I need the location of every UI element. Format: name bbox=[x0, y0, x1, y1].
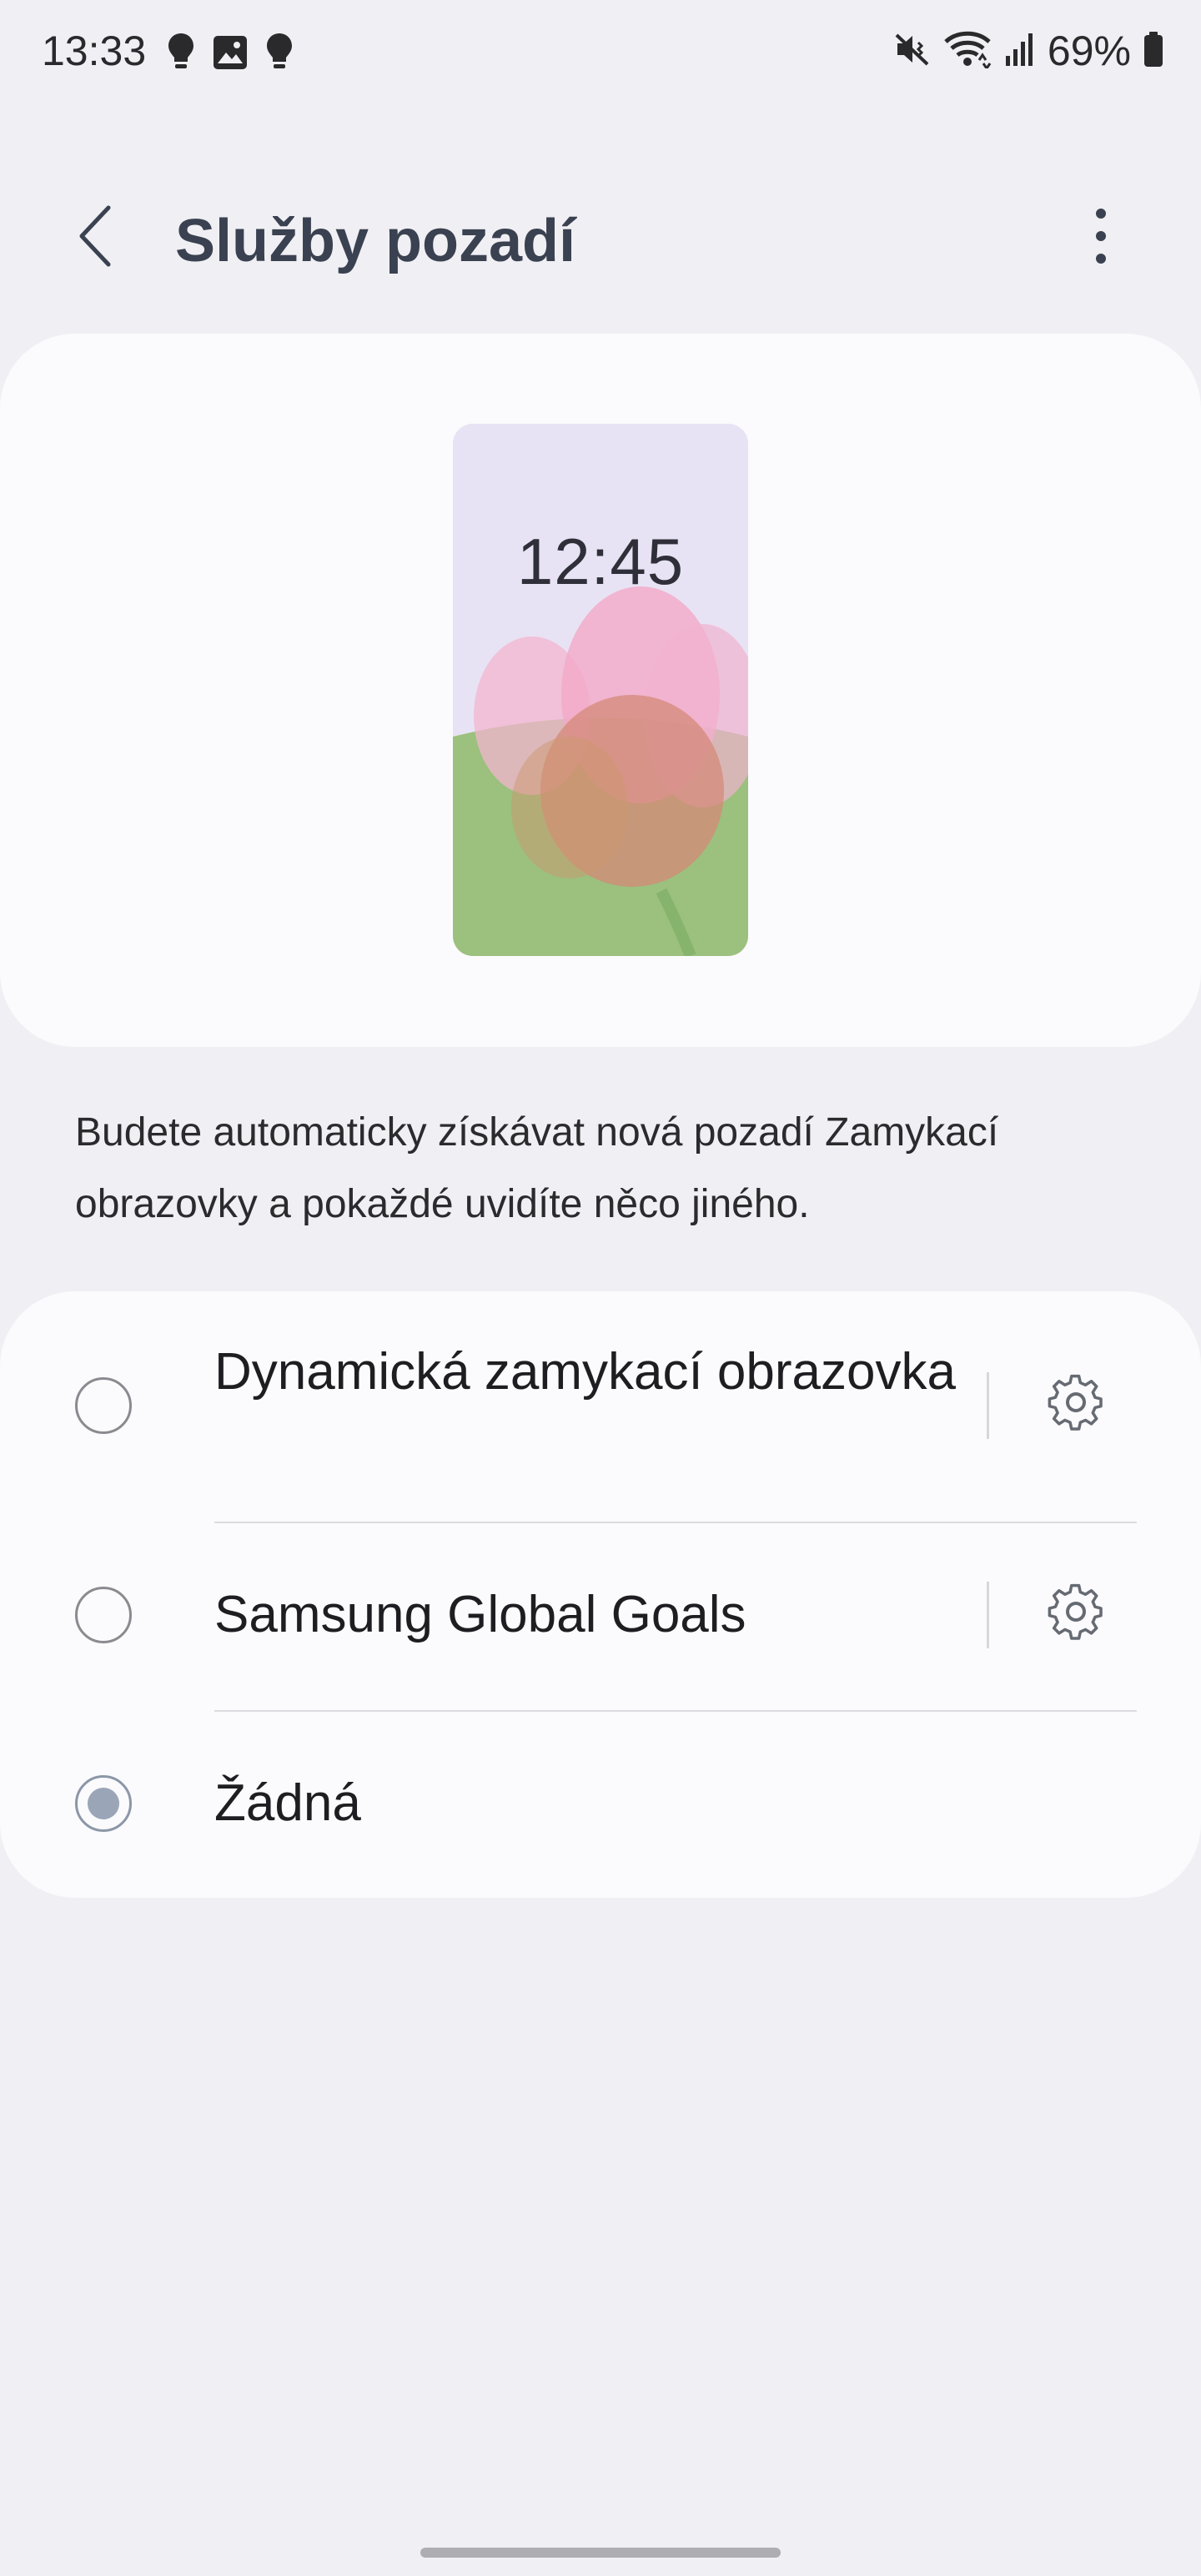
settings-button[interactable] bbox=[1044, 1583, 1108, 1647]
preview-card: 12:45 bbox=[0, 334, 1201, 1047]
mute-vibrate-icon bbox=[894, 31, 931, 72]
bulb-icon bbox=[265, 32, 294, 78]
status-time: 13:33 bbox=[42, 28, 147, 74]
wallpaper-art bbox=[453, 424, 748, 956]
settings-button[interactable] bbox=[1044, 1374, 1108, 1437]
option-none[interactable]: Žádná bbox=[0, 1712, 1201, 1898]
more-options-button[interactable] bbox=[1068, 200, 1134, 275]
battery-percent: 69% bbox=[1047, 28, 1131, 74]
divider bbox=[987, 1372, 989, 1439]
radio-button[interactable] bbox=[75, 1587, 132, 1643]
status-bar: 13:33 69% bbox=[0, 0, 1201, 108]
option-dynamic-lock-screen[interactable]: Dynamická zamykací obrazovka bbox=[0, 1291, 1201, 1521]
bulb-icon bbox=[167, 32, 195, 78]
signal-icon bbox=[1004, 31, 1036, 72]
option-samsung-global-goals[interactable]: Samsung Global Goals bbox=[0, 1523, 1201, 1711]
divider bbox=[987, 1582, 989, 1648]
more-vertical-icon bbox=[1093, 207, 1109, 269]
gear-icon bbox=[1046, 1374, 1106, 1438]
notification-icons bbox=[167, 32, 294, 78]
lock-screen-preview: 12:45 bbox=[453, 424, 748, 956]
gear-icon bbox=[1046, 1583, 1106, 1648]
option-label: Dynamická zamykací obrazovka bbox=[214, 1343, 956, 1401]
chevron-left-icon bbox=[75, 203, 117, 274]
radio-button-selected[interactable] bbox=[75, 1775, 132, 1832]
battery-icon bbox=[1143, 30, 1164, 73]
app-bar: Služby pozadí bbox=[0, 175, 1201, 300]
preview-clock: 12:45 bbox=[516, 525, 685, 598]
page-title: Služby pozadí bbox=[175, 208, 576, 274]
option-label: Samsung Global Goals bbox=[214, 1586, 746, 1643]
description-text: Budete automaticky získávat nová pozadí … bbox=[75, 1110, 999, 1226]
home-indicator[interactable] bbox=[420, 2548, 781, 2558]
option-label: Žádná bbox=[214, 1774, 361, 1832]
options-list: Dynamická zamykací obrazovka Samsung Glo… bbox=[0, 1291, 1201, 1898]
radio-button[interactable] bbox=[75, 1377, 132, 1434]
image-icon bbox=[212, 34, 249, 75]
back-button[interactable] bbox=[58, 200, 133, 275]
wifi-icon bbox=[942, 30, 992, 73]
system-status-icons: 69% bbox=[894, 27, 1164, 75]
